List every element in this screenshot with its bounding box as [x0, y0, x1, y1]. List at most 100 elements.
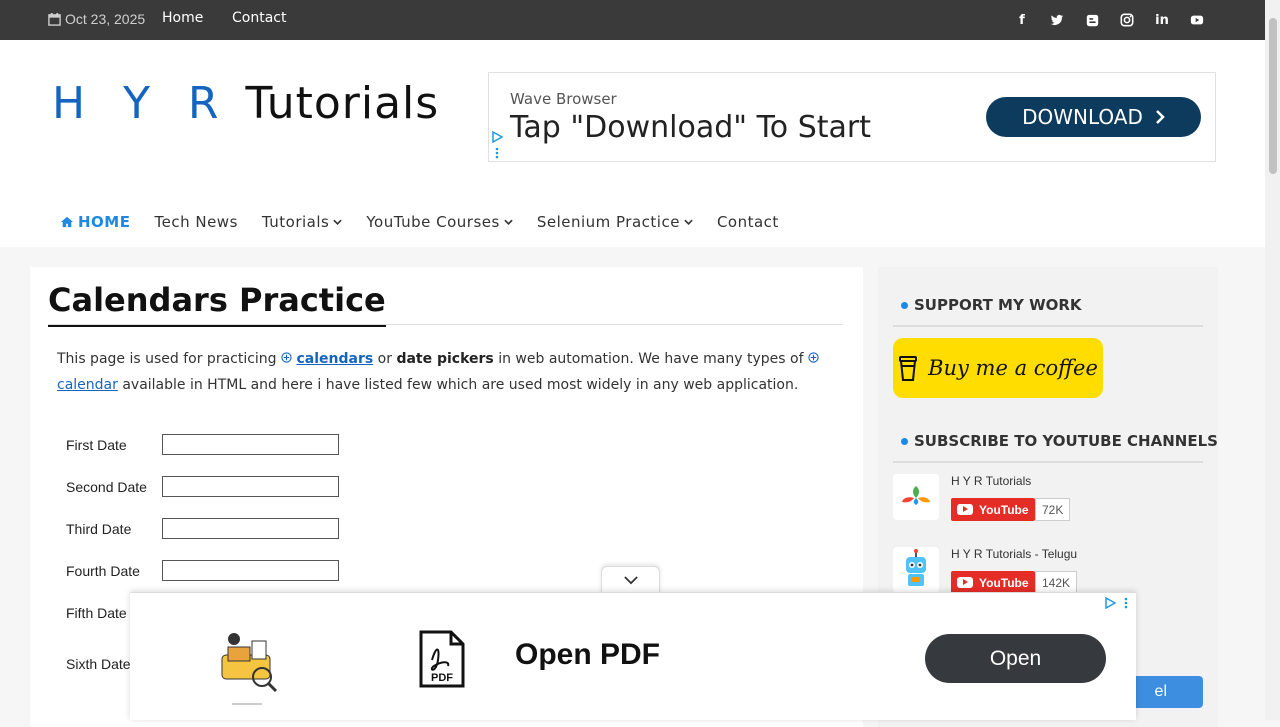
- pdf-file-icon: PDF: [418, 630, 466, 688]
- ad-open-button[interactable]: Open: [925, 634, 1106, 683]
- sidebar-divider: [893, 325, 1203, 327]
- chevron-down-icon: [333, 219, 343, 225]
- nav-home[interactable]: HOME: [60, 213, 130, 231]
- plus-circle-icon: [281, 352, 292, 363]
- nav-youtube-courses[interactable]: YouTube Courses: [366, 213, 513, 231]
- sixth-date-label: Sixth Date: [66, 656, 131, 672]
- top-bar: Oct 23, 2025 Home Contact f in: [0, 0, 1265, 40]
- youtube-subscribe-button[interactable]: YouTube: [951, 498, 1035, 521]
- calendars-link[interactable]: calendars: [296, 351, 373, 367]
- youtube-subscribe-button[interactable]: YouTube: [951, 571, 1035, 594]
- ad-download-label: DOWNLOAD: [1022, 105, 1143, 129]
- nav-tutorials-label: Tutorials: [261, 213, 330, 231]
- ad-illustration: [212, 627, 282, 707]
- date-text: Oct 23, 2025: [65, 11, 146, 27]
- nav-tech-news[interactable]: Tech News: [154, 213, 237, 231]
- second-date-input[interactable]: [162, 476, 339, 497]
- youtube-play-icon: [957, 577, 973, 588]
- social-icons: f in: [1014, 12, 1205, 28]
- subscribe-title-text: SUBSCRIBE TO YOUTUBE CHANNELS: [914, 432, 1218, 450]
- channel-avatar[interactable]: [893, 547, 939, 593]
- first-date-row: First Date: [66, 434, 339, 455]
- intro-text-4: available in HTML and here i have listed…: [117, 377, 799, 393]
- linkedin-icon[interactable]: in: [1154, 12, 1170, 28]
- channel-avatar[interactable]: [893, 474, 939, 520]
- fifth-date-label: Fifth Date: [66, 605, 127, 621]
- chevron-down-icon: [504, 219, 513, 225]
- chevron-down-icon: [684, 219, 693, 225]
- home-icon: [61, 216, 73, 228]
- first-date-input[interactable]: [162, 434, 339, 455]
- ad-download-button[interactable]: DOWNLOAD: [986, 97, 1201, 137]
- fourth-date-row: Fourth Date: [66, 560, 339, 581]
- ad-brand: Wave Browser: [510, 90, 617, 108]
- subscriber-count: 72K: [1035, 498, 1071, 521]
- page-title: Calendars Practice: [48, 281, 386, 327]
- calendar-link[interactable]: calendar: [57, 377, 118, 393]
- second-date-label: Second Date: [66, 479, 147, 495]
- support-title-text: SUPPORT MY WORK: [914, 296, 1082, 314]
- fourth-date-label: Fourth Date: [66, 563, 140, 579]
- title-divider: [48, 324, 843, 325]
- third-date-row: Third Date: [66, 518, 339, 539]
- site-logo[interactable]: H Y R Tutorials: [52, 78, 439, 129]
- top-advertisement[interactable]: Wave Browser Tap "Download" To Start DOW…: [488, 72, 1216, 162]
- top-link-home[interactable]: Home: [162, 10, 203, 26]
- sidebar-partial-button-label: el: [1154, 683, 1167, 700]
- channel-name: H Y R Tutorials: [951, 474, 1032, 488]
- date-display: Oct 23, 2025: [48, 11, 145, 27]
- intro-text-3: in web automation. We have many types of: [493, 351, 808, 367]
- instagram-icon[interactable]: [1119, 12, 1135, 28]
- sidebar-divider: [893, 461, 1203, 463]
- fourth-date-input[interactable]: [162, 560, 339, 581]
- site-header: H Y R Tutorials Wave Browser Tap "Downlo…: [0, 40, 1265, 247]
- adchoices-icon: [1105, 597, 1116, 609]
- main-nav: HOME Tech News Tutorials YouTube Courses…: [60, 213, 803, 231]
- top-link-contact[interactable]: Contact: [232, 10, 286, 26]
- nav-tutorials[interactable]: Tutorials: [261, 213, 343, 231]
- more-options-icon: [1124, 597, 1128, 609]
- date-pickers-text: date pickers: [396, 351, 494, 367]
- nav-contact-label: Contact: [716, 213, 779, 231]
- plus-circle-icon: [808, 352, 819, 363]
- ad-choices[interactable]: [1104, 597, 1128, 609]
- intro-paragraph: This page is used for practicing calenda…: [57, 346, 837, 398]
- nav-youtube-courses-label: YouTube Courses: [366, 213, 500, 231]
- chevron-down-icon: [623, 576, 638, 585]
- third-date-input[interactable]: [162, 518, 339, 539]
- page-scrollbar[interactable]: [1265, 0, 1280, 720]
- subscriber-count: 142K: [1035, 571, 1078, 594]
- nav-selenium-practice[interactable]: Selenium Practice: [537, 213, 693, 231]
- nav-home-label: HOME: [78, 213, 131, 231]
- nav-contact[interactable]: Contact: [717, 213, 779, 231]
- ad-headline: Tap "Download" To Start: [510, 110, 871, 145]
- blogger-icon[interactable]: [1084, 12, 1100, 28]
- nav-tech-news-label: Tech News: [154, 213, 238, 231]
- subscribe-section-title: SUBSCRIBE TO YOUTUBE CHANNELS: [901, 432, 1218, 450]
- youtube-icon[interactable]: [1189, 12, 1205, 28]
- fifth-date-row: Fifth Date: [66, 605, 127, 621]
- chevron-right-icon: [1156, 110, 1165, 124]
- scrollbar-thumb[interactable]: [1269, 18, 1277, 174]
- calendar-icon: [48, 12, 61, 26]
- sixth-date-row: Sixth Date: [66, 656, 131, 672]
- intro-text-2: or: [373, 351, 397, 367]
- bottom-advertisement[interactable]: PDF Open PDF Open: [130, 592, 1136, 720]
- logo-word: Tutorials: [245, 78, 440, 129]
- channel-name: H Y R Tutorials - Telugu: [951, 547, 1078, 561]
- facebook-icon[interactable]: f: [1014, 12, 1030, 28]
- support-section-title: SUPPORT MY WORK: [901, 296, 1082, 314]
- ad-collapse-button[interactable]: [601, 566, 660, 594]
- nav-selenium-practice-label: Selenium Practice: [536, 213, 680, 231]
- third-date-label: Third Date: [66, 521, 132, 537]
- first-date-label: First Date: [66, 437, 127, 453]
- adchoices-icon[interactable]: [491, 130, 504, 160]
- coffee-cup-icon: [899, 356, 918, 381]
- intro-text-1: This page is used for practicing: [57, 351, 282, 367]
- youtube-button-label: YouTube: [979, 502, 1029, 517]
- twitter-icon[interactable]: [1049, 12, 1065, 28]
- logo-letters: H Y R: [52, 78, 231, 129]
- youtube-button-label: YouTube: [979, 575, 1029, 590]
- second-date-row: Second Date: [66, 476, 339, 497]
- buy-me-a-coffee-button[interactable]: Buy me a coffee: [893, 338, 1103, 398]
